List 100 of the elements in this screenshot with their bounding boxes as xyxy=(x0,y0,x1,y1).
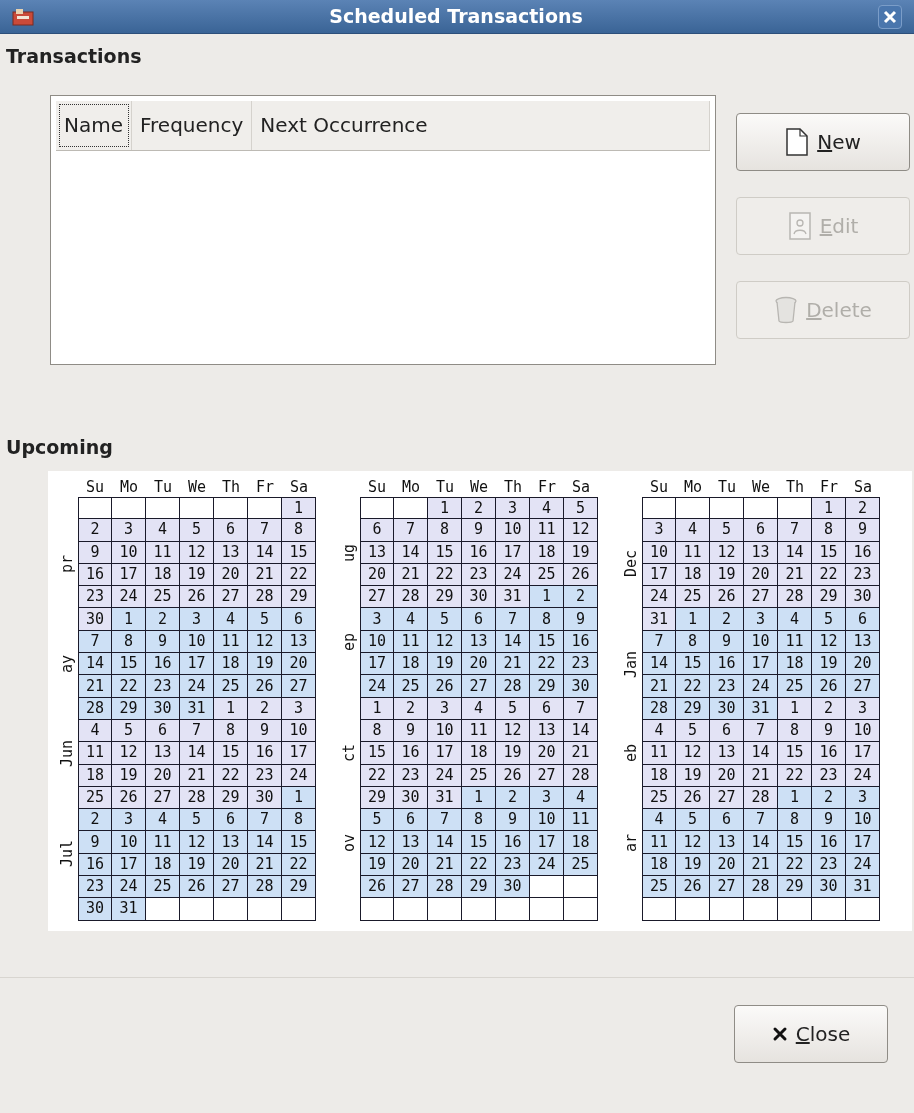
day-cell: 25 xyxy=(146,876,180,899)
day-cell: 30 xyxy=(248,786,282,810)
day-cell: 14 xyxy=(744,831,778,854)
day-cell: 7 xyxy=(496,608,530,631)
day-cell: 26 xyxy=(496,764,530,787)
day-cell: 17 xyxy=(180,653,214,676)
day-cell: 23 xyxy=(812,853,846,877)
day-cell: 7 xyxy=(642,630,676,654)
day-cell: 17 xyxy=(744,653,778,676)
day-cell: 25 xyxy=(78,786,112,810)
day-cell: 17 xyxy=(846,831,880,854)
day-cell: 1 xyxy=(214,697,248,720)
day-cell: 10 xyxy=(282,719,316,743)
day-cell: 31 xyxy=(112,898,146,921)
day-cell: 27 xyxy=(710,876,744,899)
day-cell: 28 xyxy=(78,697,112,720)
close-icon xyxy=(771,1026,788,1042)
day-cell: 21 xyxy=(394,563,428,587)
day-cell: 22 xyxy=(778,853,812,877)
month-label: ct xyxy=(338,743,359,765)
day-cell: 3 xyxy=(496,497,530,520)
day-cell: 26 xyxy=(180,586,214,609)
day-cell: 12 xyxy=(360,831,394,854)
day-cell: 4 xyxy=(214,608,248,631)
day-cell: 16 xyxy=(394,742,428,765)
day-cell: 15 xyxy=(676,653,710,676)
day-cell: 23 xyxy=(462,563,496,587)
month-label: pr xyxy=(56,553,77,575)
day-cell: 8 xyxy=(282,519,316,542)
day-cell: 29 xyxy=(778,876,812,899)
day-cell: 30 xyxy=(78,608,112,631)
day-cell: 22 xyxy=(462,853,496,877)
day-cell: 2 xyxy=(248,697,282,720)
day-cell: 6 xyxy=(710,719,744,743)
new-button[interactable]: New xyxy=(736,112,910,171)
day-cell: 24 xyxy=(180,675,214,698)
day-cell: 4 xyxy=(146,809,180,832)
day-cell: 14 xyxy=(428,831,462,854)
day-cell: 3 xyxy=(282,697,316,720)
day-cell: 31 xyxy=(496,586,530,609)
close-window-button[interactable] xyxy=(878,4,902,29)
month-label: ar xyxy=(620,832,641,854)
day-cell: 10 xyxy=(744,630,778,654)
day-cell: 2 xyxy=(710,608,744,631)
weekday-label: Su xyxy=(366,477,388,497)
day-cell: 8 xyxy=(812,519,846,542)
day-cell: 3 xyxy=(112,809,146,832)
day-cell: 21 xyxy=(248,853,282,877)
day-cell: 1 xyxy=(778,786,812,810)
day-cell: 3 xyxy=(112,519,146,542)
day-cell: 26 xyxy=(180,876,214,899)
day-cell: 15 xyxy=(530,630,564,654)
day-cell: 19 xyxy=(812,653,846,676)
day-cell: 13 xyxy=(282,630,316,654)
close-button[interactable]: Close xyxy=(734,1005,888,1063)
day-cell: 3 xyxy=(180,608,214,631)
weekday-label: Tu xyxy=(434,477,456,497)
day-cell: 18 xyxy=(564,831,598,854)
column-header[interactable]: Next Occurrence xyxy=(252,100,710,150)
day-cell: 22 xyxy=(428,563,462,587)
weekday-label: Sa xyxy=(852,477,874,497)
day-cell: 5 xyxy=(710,519,744,542)
day-cell: 28 xyxy=(564,764,598,787)
day-cell: 24 xyxy=(112,586,146,609)
day-cell: 24 xyxy=(496,563,530,587)
day-cell: 9 xyxy=(846,519,880,542)
day-cell: 7 xyxy=(78,630,112,654)
day-cell: 12 xyxy=(496,719,530,743)
day-cell: 23 xyxy=(248,764,282,787)
day-cell: 13 xyxy=(214,541,248,564)
weekday-label: Tu xyxy=(716,477,738,497)
day-cell: 8 xyxy=(360,719,394,743)
day-cell: 21 xyxy=(78,675,112,698)
day-cell: 26 xyxy=(428,675,462,698)
day-cell: 20 xyxy=(214,853,248,877)
column-header[interactable]: Frequency xyxy=(132,100,253,150)
day-cell: 7 xyxy=(778,519,812,542)
day-cell: 27 xyxy=(394,876,428,899)
day-cell: 30 xyxy=(846,586,880,609)
day-cell: 20 xyxy=(710,853,744,877)
day-cell: 20 xyxy=(146,764,180,787)
day-cell: 13 xyxy=(462,630,496,654)
day-cell: 4 xyxy=(146,519,180,542)
day-cell: 21 xyxy=(496,653,530,676)
day-cell: 8 xyxy=(778,809,812,832)
day-cell: 11 xyxy=(564,809,598,832)
section-heading: Transactions xyxy=(6,44,143,69)
day-cell: 3 xyxy=(360,608,394,631)
day-cell: 23 xyxy=(496,853,530,877)
day-cell: 16 xyxy=(496,831,530,854)
day-cell: 23 xyxy=(846,563,880,587)
day-cell: 8 xyxy=(778,719,812,743)
day-cell: 30 xyxy=(462,586,496,609)
day-cell: 1 xyxy=(462,786,496,810)
day-cell: 22 xyxy=(282,563,316,587)
day-cell: 4 xyxy=(676,519,710,542)
day-cell: 13 xyxy=(744,541,778,564)
day-cell: 5 xyxy=(360,809,394,832)
column-header[interactable]: Name xyxy=(56,100,132,150)
day-cell: 11 xyxy=(146,831,180,854)
